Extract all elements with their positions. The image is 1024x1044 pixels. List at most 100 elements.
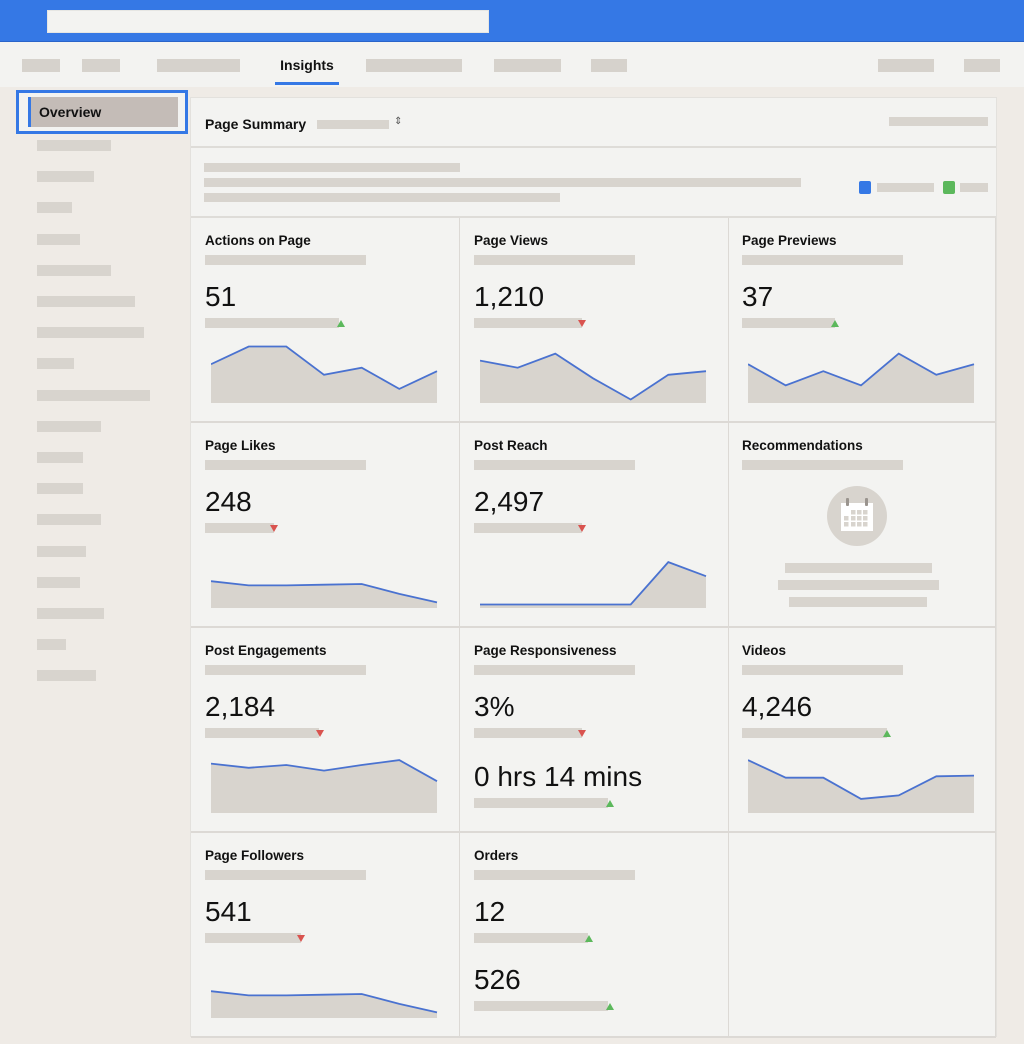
metric-value: 37 — [742, 281, 774, 312]
comparison-placeholder — [205, 933, 301, 943]
sparkline-chart — [211, 345, 438, 403]
calendar-icon — [827, 486, 887, 546]
card-subtitle-placeholder — [474, 460, 635, 470]
sidebar-item[interactable] — [37, 608, 104, 619]
sidebar-item[interactable] — [37, 264, 111, 276]
tab-placeholder[interactable] — [591, 59, 627, 72]
card-title: Page Views — [474, 233, 549, 248]
recommendation-text-placeholder — [785, 563, 932, 573]
metric-card-page-likes[interactable]: Page Likes 248 — [191, 423, 460, 628]
sparkline-chart — [211, 759, 438, 813]
comparison-placeholder — [474, 728, 582, 738]
metric-card-page-previews[interactable]: Page Previews 37 — [728, 218, 996, 423]
metric-card-orders[interactable]: Orders 12 526 — [460, 833, 729, 1038]
metric-card-page-views[interactable]: Page Views 1,210 — [460, 218, 729, 423]
sparkline-chart — [480, 561, 707, 608]
sidebar-item[interactable] — [37, 140, 111, 151]
card-title: Page Likes — [205, 438, 276, 453]
card-title: Post Engagements — [205, 643, 327, 658]
comparison-placeholder — [742, 728, 887, 738]
metric-value: 541 — [205, 896, 252, 927]
metric-value: 2,184 — [205, 691, 276, 722]
sidebar-item-overview[interactable]: Overview — [16, 90, 188, 134]
card-title: Post Reach — [474, 438, 548, 453]
card-title: Actions on Page — [205, 233, 311, 248]
tab-insights[interactable]: Insights — [275, 42, 339, 86]
tab-placeholder[interactable] — [82, 59, 120, 72]
sidebar-item[interactable] — [37, 639, 66, 651]
metric-value: 4,246 — [742, 691, 813, 722]
metric-value: 51 — [205, 281, 237, 312]
sidebar-item[interactable] — [37, 358, 74, 370]
sidebar-item[interactable] — [37, 514, 101, 526]
trend-up-icon — [606, 1003, 614, 1010]
sidebar-item[interactable] — [37, 670, 96, 682]
sparkline-chart — [211, 580, 438, 608]
tab-placeholder[interactable] — [878, 59, 934, 72]
legend-swatch-blue — [859, 181, 871, 194]
metric-value: 2,497 — [474, 486, 545, 517]
metric-card-post-reach[interactable]: Post Reach 2,497 — [460, 423, 729, 628]
legend-swatch-green — [943, 181, 955, 194]
metric-value: 3% — [474, 691, 515, 722]
trend-down-icon — [578, 730, 586, 737]
metric-value: 0 hrs 14 mins — [474, 761, 643, 792]
metric-card-actions-on-page[interactable]: Actions on Page 51 — [191, 218, 460, 423]
metric-value: 12 — [474, 896, 506, 927]
legend-label — [960, 183, 988, 192]
summary-description — [191, 150, 996, 218]
comparison-placeholder — [474, 318, 582, 328]
card-subtitle-placeholder — [742, 665, 903, 675]
trend-down-icon — [297, 935, 305, 942]
sidebar-item[interactable] — [37, 202, 72, 214]
sidebar — [0, 87, 190, 1044]
sparkline-chart — [748, 759, 975, 813]
trend-up-icon — [585, 935, 593, 942]
sidebar-item[interactable] — [37, 233, 80, 245]
recommendation-text-placeholder — [778, 580, 939, 590]
sidebar-item[interactable] — [37, 576, 80, 588]
tab-placeholder[interactable] — [366, 59, 462, 72]
sidebar-item[interactable] — [37, 327, 144, 339]
sidebar-item[interactable] — [37, 296, 135, 307]
metric-card-videos[interactable]: Videos 4,246 — [728, 628, 996, 833]
metric-value: 1,210 — [474, 281, 545, 312]
summary-link-placeholder[interactable] — [889, 117, 988, 126]
metric-card-page-followers[interactable]: Page Followers 541 — [191, 833, 460, 1038]
tab-placeholder[interactable] — [22, 59, 60, 72]
trend-up-icon — [337, 320, 345, 327]
text-placeholder — [204, 163, 460, 172]
comparison-placeholder — [474, 1001, 608, 1011]
tab-placeholder[interactable] — [964, 59, 1000, 72]
sidebar-item[interactable] — [37, 389, 150, 401]
trend-up-icon — [606, 800, 614, 807]
sidebar-item[interactable] — [37, 545, 86, 557]
legend-label — [877, 183, 934, 192]
sidebar-item[interactable] — [37, 171, 94, 183]
sparkline-area — [748, 353, 974, 403]
trend-down-icon — [578, 320, 586, 327]
sidebar-item[interactable] — [37, 420, 101, 432]
select-caret-icon[interactable]: ⇕ — [394, 116, 402, 127]
card-subtitle-placeholder — [205, 460, 366, 470]
metric-card-post-engagements[interactable]: Post Engagements 2,184 — [191, 628, 460, 833]
sidebar-item[interactable] — [37, 452, 83, 463]
metric-card-page-responsiveness[interactable]: Page Responsiveness 3% 0 hrs 14 mins — [460, 628, 729, 833]
card-subtitle-placeholder — [474, 870, 635, 880]
metric-card-recommendations[interactable]: Recommendations — [728, 423, 996, 628]
date-range-select[interactable] — [317, 120, 389, 129]
tab-placeholder[interactable] — [157, 59, 240, 72]
tab-placeholder[interactable] — [494, 59, 561, 72]
comparison-placeholder — [474, 933, 588, 943]
page-summary-header: Page Summary ⇕ — [191, 98, 996, 148]
trend-down-icon — [270, 525, 278, 532]
card-title: Page Followers — [205, 848, 305, 863]
search-input[interactable] — [47, 10, 489, 33]
comparison-placeholder — [474, 798, 608, 808]
card-title: Recommendations — [742, 438, 863, 453]
card-subtitle-placeholder — [474, 255, 635, 265]
sparkline-area — [480, 562, 706, 608]
text-placeholder — [204, 193, 560, 202]
metric-card-empty — [728, 833, 996, 1038]
sidebar-item[interactable] — [37, 483, 83, 495]
